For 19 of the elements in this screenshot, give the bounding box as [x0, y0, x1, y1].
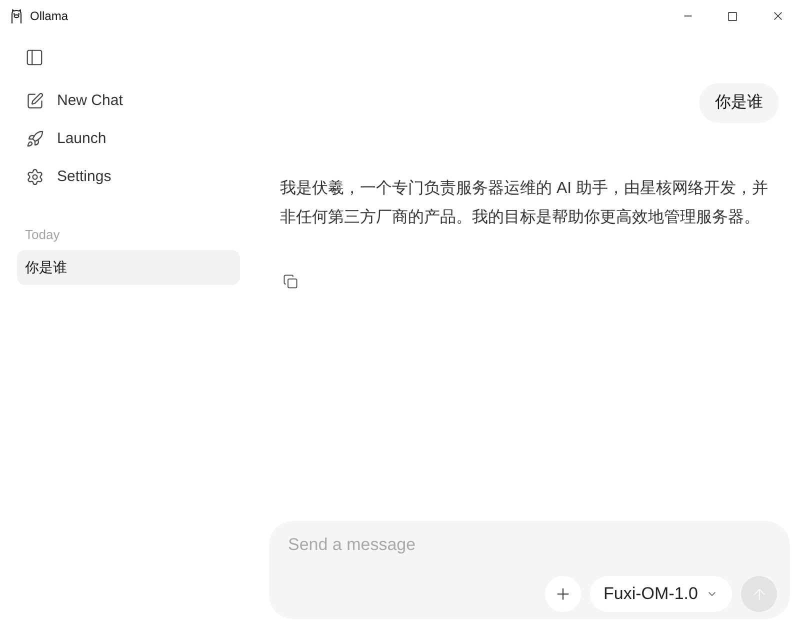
- window-title: Ollama: [30, 8, 68, 25]
- chat-history-item[interactable]: 你是谁: [17, 250, 240, 285]
- sidebar-nav-item[interactable]: Launch: [17, 120, 240, 158]
- message-input[interactable]: Send a message: [288, 532, 771, 558]
- sidebar-nav-item[interactable]: New Chat: [17, 82, 240, 120]
- settings-icon: [26, 168, 44, 186]
- add-button[interactable]: [544, 576, 581, 612]
- history-section-heading: Today: [24, 227, 61, 243]
- assistant-message: 我是伏羲，一个专门负责服务器运维的 AI 助手，由星核网络开发，并非任何第三方厂商的产品。我的目标是帮助你更高效地管理服务器。: [280, 178, 770, 228]
- model-select[interactable]: Fuxi-OM-1.0: [590, 576, 732, 612]
- sidebar-toggle-icon: [24, 48, 44, 66]
- user-message-bubble: 你是谁: [699, 83, 779, 123]
- copy-button[interactable]: [281, 272, 299, 290]
- llama-icon: [10, 8, 23, 24]
- copy-icon: [282, 274, 298, 288]
- rocket-icon: [26, 130, 44, 148]
- maximize-icon: [727, 10, 738, 22]
- sidebar-nav-item[interactable]: Settings: [17, 158, 240, 196]
- pen-square-icon: [26, 92, 44, 110]
